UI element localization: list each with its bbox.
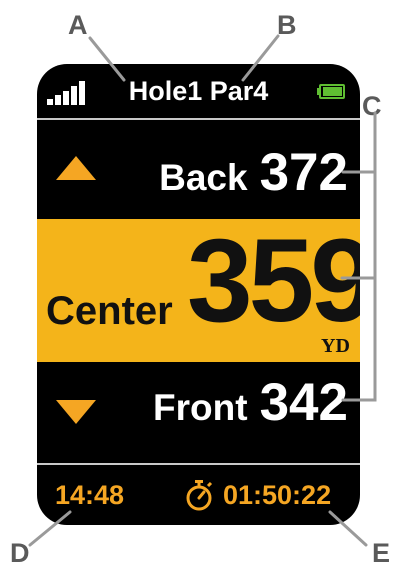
up-arrow-icon[interactable] (56, 156, 96, 180)
callout-e: E (372, 538, 391, 568)
center-distance-panel: Center 359 YD (37, 215, 360, 362)
round-timer: 01:50:22 (223, 480, 332, 510)
back-distance: Back 372 (159, 142, 348, 203)
stopwatch-icon (186, 480, 213, 511)
callout-b: B (277, 10, 297, 40)
callout-a: A (68, 10, 88, 40)
center-value: 359 (187, 215, 360, 347)
battery-icon (317, 84, 347, 99)
bottom-divider (37, 463, 360, 465)
back-value: 372 (259, 143, 348, 202)
front-label: Front (153, 387, 248, 428)
device-screen: Hole1 Par4 Back 372 Center 359 YD Front … (37, 64, 360, 525)
callout-d: D (10, 538, 30, 568)
back-label: Back (159, 157, 248, 198)
front-distance: Front 342 (153, 372, 348, 433)
status-bar: Hole1 Par4 (37, 64, 360, 118)
unit-label: YD (321, 335, 350, 357)
front-value: 342 (259, 373, 348, 432)
bottom-bar: 14:48 01:50:22 (37, 466, 360, 525)
center-label: Center (46, 289, 173, 333)
hole-title: Hole1 Par4 (128, 76, 269, 106)
down-arrow-icon[interactable] (56, 400, 96, 424)
top-divider (37, 118, 360, 120)
callout-c: C (362, 91, 382, 121)
clock-time: 14:48 (55, 480, 125, 510)
